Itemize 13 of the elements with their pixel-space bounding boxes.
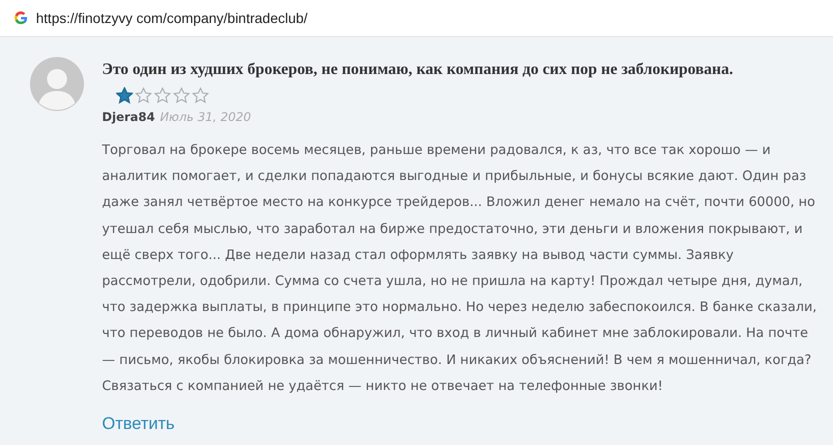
star-icon (116, 87, 133, 104)
star-icon (192, 87, 209, 104)
review-date: Июль 31, 2020 (160, 110, 252, 124)
review-text: Торговал на брокере восемь месяцев, раньше времени радовался, к аз, что все так хорошо — и аналитик помогает, и сделки попадаются выгодные и прибыльные, и бонусы всякие дают. Один раз даже занял четвёртое место на конкурсе трейдеров... Вложил денег немало на счёт, почти 60000, но утешал себя мыслью, что заработал на бирже предостаточно, эти деньги и вложения покрывают, и ещё сверх того... Две недели назад стал оформлять заявку на вывод части суммы. Заявку рассмотрели, одобрили. Сумма со счета ушла, но не пришла на карту! Прождал четыре дня, думал, что задержка выплаты, в принципе это нормально. Но через неделю забеспокоился. В банке сказали, что переводов не было. А дома обнаружил, что вход в личный кабинет мне заблокировали. На почте — письмо, якобы блокировка за мошенничество. И никаких объяснений! В чем я мошенничал, когда? Связаться с компанией не удаётся — никто не отвечает на телефонные звонки! (102, 142, 818, 396)
author-name: Djera84 (102, 110, 155, 124)
star-icon (173, 87, 190, 104)
star-icon (135, 87, 152, 104)
google-icon (14, 11, 28, 25)
star-icon (154, 87, 171, 104)
reply-link[interactable]: Ответить (102, 414, 175, 434)
avatar-icon (30, 57, 84, 111)
url-text[interactable]: https://finotzyvy com/company/bintradeclub/ (36, 10, 308, 26)
review-title: Это один из худших брокеров, не понимаю, как компания до сих пор не заблокирована. (102, 61, 734, 79)
